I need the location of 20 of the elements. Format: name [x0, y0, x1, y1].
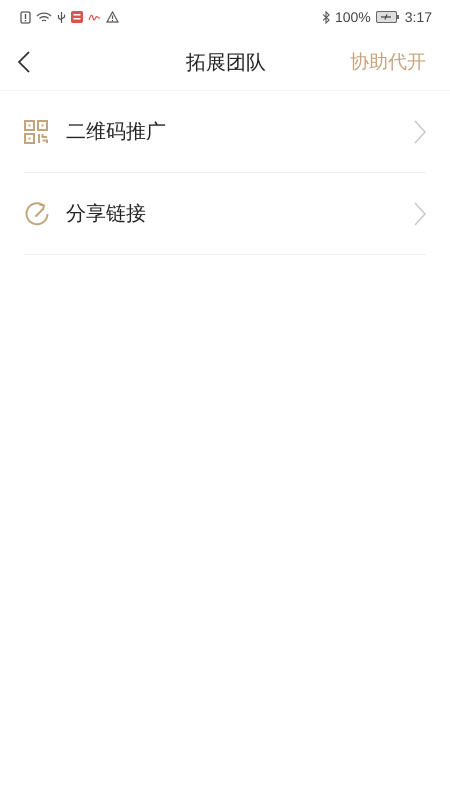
menu-item[interactable]: 分享链接: [24, 173, 426, 255]
alert-icon: [20, 10, 31, 24]
app-icon: [71, 11, 83, 23]
usb-icon: [57, 10, 66, 24]
chevron-right-icon: [414, 202, 426, 226]
share-refresh-icon: [24, 200, 50, 226]
qr-code-icon: [24, 120, 48, 144]
menu-item-label: 分享链接: [66, 200, 147, 227]
page-title: 拓展团队: [186, 48, 266, 76]
menu-item-label: 二维码推广: [66, 118, 167, 145]
bluetooth-icon: [322, 10, 330, 24]
battery-icon: [376, 11, 400, 23]
battery-percentage: 100%: [334, 9, 371, 25]
back-button[interactable]: [18, 49, 32, 75]
wifi-icon: [36, 10, 52, 24]
chevron-right-icon: [414, 120, 426, 144]
clock-time: 3:17: [404, 9, 432, 25]
warning-icon: [106, 11, 119, 23]
scribble-icon: [88, 12, 101, 22]
menu-item[interactable]: 二维码推广: [24, 91, 426, 173]
